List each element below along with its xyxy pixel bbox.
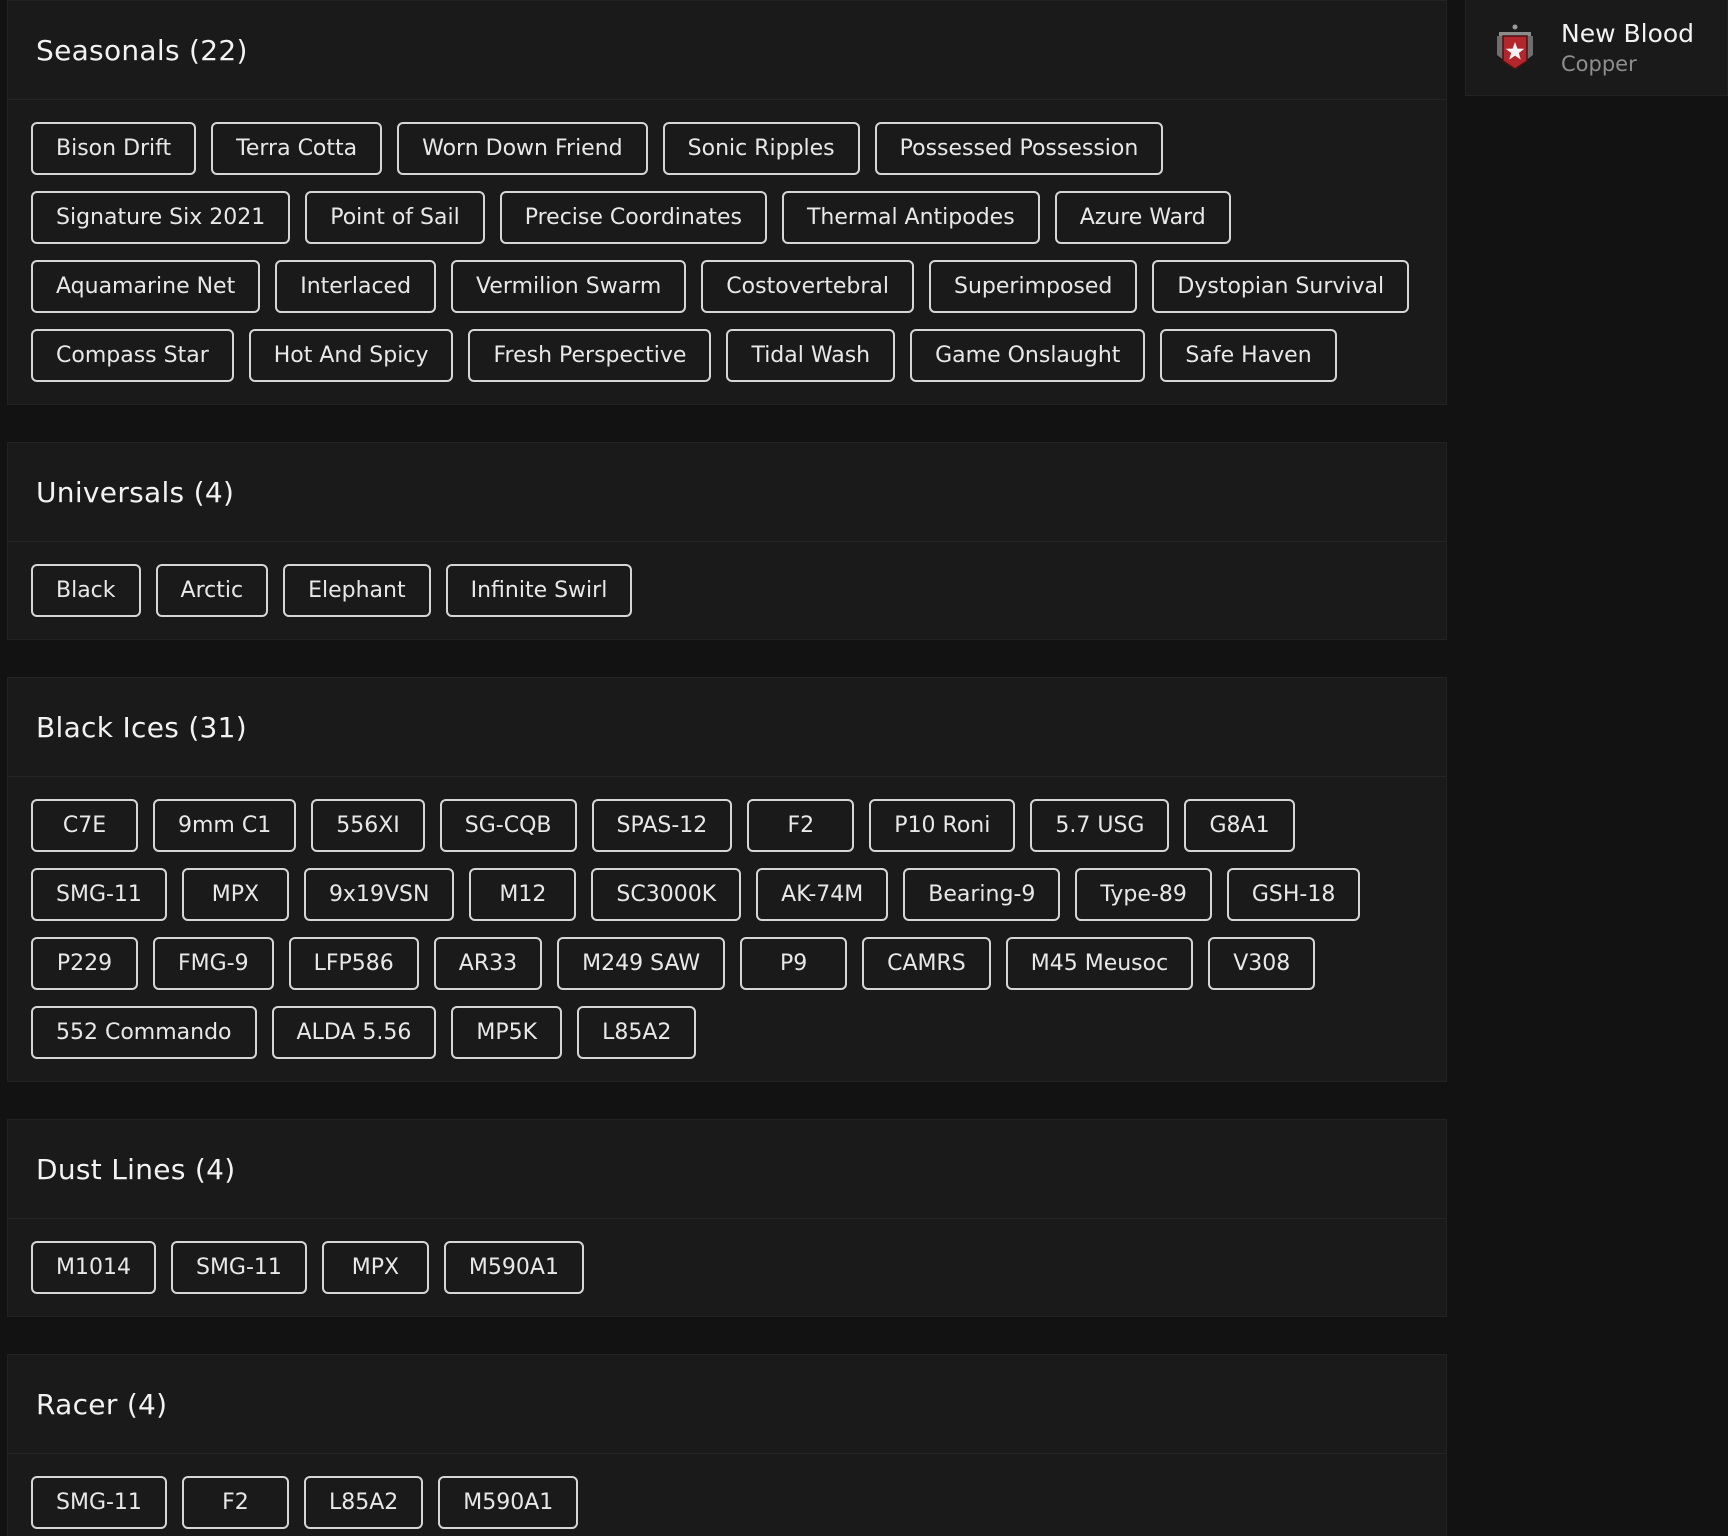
camo-chip[interactable]: V308 (1208, 937, 1316, 990)
profile-text: New Blood Copper (1561, 18, 1694, 78)
camo-chip[interactable]: SG-CQB (439, 799, 577, 852)
section-header: Dust Lines (4) (8, 1120, 1446, 1219)
camo-chip[interactable]: SPAS-12 (591, 799, 733, 852)
chip-list: Bison Drift Terra Cotta Worn Down Friend So… (8, 100, 1446, 404)
profile-name: New Blood (1561, 18, 1695, 48)
camo-chip[interactable]: Safe Haven (1160, 329, 1337, 382)
camo-chip[interactable]: F2 (747, 799, 855, 852)
section-title: Universals (4) (36, 475, 235, 509)
camo-chip[interactable]: 9x19VSN (303, 868, 455, 921)
section-header: Universals (4) (8, 443, 1446, 542)
section: Racer (4) SMG-11 F2 L85A2 M590A1 (7, 1354, 1447, 1536)
camo-sections: Seasonals (22) Bison Drift Terra Cotta Worn… (7, 0, 1447, 1536)
camo-chip[interactable]: Arctic (155, 564, 269, 617)
camo-chip[interactable]: MPX (181, 868, 289, 921)
camo-chip[interactable]: Game Onslaught (910, 329, 1146, 382)
section: Seasonals (22) Bison Drift Terra Cotta Worn… (7, 0, 1447, 405)
camo-chip[interactable]: MP5K (451, 1006, 563, 1059)
camo-chip[interactable]: FMG-9 (153, 937, 274, 990)
section-header: Seasonals (22) (8, 1, 1446, 100)
camo-chip[interactable]: SC3000K (591, 868, 742, 921)
section: Universals (4) Black Arctic Elephant Infinit… (7, 442, 1447, 640)
camo-chip[interactable]: P9 (740, 937, 848, 990)
camo-chip[interactable]: SMG-11 (31, 868, 167, 921)
camo-chip[interactable]: 556XI (311, 799, 425, 852)
camo-chip[interactable]: Bison Drift (31, 122, 197, 175)
camo-chip[interactable]: M590A1 (438, 1476, 579, 1529)
chip-list: M1014 SMG-11 MPX M590A1 (8, 1219, 1446, 1316)
chip-list: SMG-11 F2 L85A2 M590A1 (8, 1454, 1446, 1536)
camo-chip[interactable]: 552 Commando (31, 1006, 257, 1059)
profile-rank: Copper (1561, 51, 1637, 76)
section: Dust Lines (4) M1014 SMG-11 MPX M590A1 (7, 1119, 1447, 1317)
camo-chip[interactable]: Point of Sail (305, 191, 485, 244)
camo-chip[interactable]: SMG-11 (170, 1241, 307, 1294)
camo-chip[interactable]: Compass Star (31, 329, 234, 382)
camo-chip[interactable]: 9mm C1 (153, 799, 297, 852)
camo-chip[interactable]: CAMRS (862, 937, 991, 990)
camo-chip[interactable]: Sonic Ripples (662, 122, 860, 175)
camo-chip[interactable]: Dystopian Survival (1152, 260, 1410, 313)
camo-chip[interactable]: M590A1 (443, 1241, 584, 1294)
camo-chip[interactable]: M45 Meusoc (1005, 937, 1194, 990)
section-title: Seasonals (22) (36, 33, 248, 67)
camo-chip[interactable]: GSH-18 (1226, 868, 1361, 921)
camo-chip[interactable]: 5.7 USG (1030, 799, 1170, 852)
section-header: Racer (4) (8, 1355, 1446, 1454)
camo-chip[interactable]: Costovertebral (701, 260, 915, 313)
camo-chip[interactable]: Worn Down Friend (397, 122, 648, 175)
camo-chip[interactable]: Tidal Wash (726, 329, 896, 382)
camo-chip[interactable]: Precise Coordinates (499, 191, 767, 244)
camo-chip[interactable]: G8A1 (1184, 799, 1295, 852)
camo-chip[interactable]: L85A2 (577, 1006, 697, 1059)
section-title: Racer (4) (36, 1387, 168, 1421)
camo-chip[interactable]: SMG-11 (31, 1476, 167, 1529)
camo-chip[interactable]: Type-89 (1075, 868, 1212, 921)
rank-badge-icon (1497, 24, 1533, 70)
camo-chip[interactable]: Aquamarine Net (31, 260, 261, 313)
camo-chip[interactable]: Hot And Spicy (248, 329, 454, 382)
camo-chip[interactable]: MPX (321, 1241, 429, 1294)
camo-chip[interactable]: ALDA 5.56 (271, 1006, 437, 1059)
camo-chip[interactable]: Interlaced (275, 260, 437, 313)
camo-chip[interactable]: Elephant (283, 564, 431, 617)
camo-chip[interactable]: Superimposed (929, 260, 1138, 313)
camo-chip[interactable]: AK-74M (756, 868, 889, 921)
camo-chip[interactable]: Terra Cotta (211, 122, 383, 175)
camo-chip[interactable]: Signature Six 2021 (31, 191, 291, 244)
camo-chip[interactable]: Bearing-9 (903, 868, 1061, 921)
chip-list: C7E 9mm C1 556XI SG-CQB SPAS-12 F2 P10 Roni 5.7… (8, 777, 1446, 1081)
camo-chip[interactable]: P10 Roni (869, 799, 1016, 852)
chip-list: Black Arctic Elephant Infinite Swirl (8, 542, 1446, 639)
camo-chip[interactable]: F2 (181, 1476, 289, 1529)
section: Black Ices (31) C7E 9mm C1 556XI SG-CQB SPAS-… (7, 677, 1447, 1082)
camo-chip[interactable]: Thermal Antipodes (781, 191, 1040, 244)
page: Seasonals (22) Bison Drift Terra Cotta Worn… (0, 0, 1728, 1536)
camo-chip[interactable]: M12 (469, 868, 577, 921)
camo-chip[interactable]: C7E (31, 799, 138, 852)
camo-chip[interactable]: M249 SAW (557, 937, 726, 990)
camo-chip[interactable]: LFP586 (288, 937, 419, 990)
section-header: Black Ices (31) (8, 678, 1446, 777)
camo-chip[interactable]: Fresh Perspective (468, 329, 712, 382)
camo-chip[interactable]: Azure Ward (1054, 191, 1231, 244)
camo-chip[interactable]: Black (31, 564, 141, 617)
profile-card[interactable]: New Blood Copper (1465, 0, 1728, 96)
camo-chip[interactable]: M1014 (31, 1241, 156, 1294)
camo-chip[interactable]: P229 (31, 937, 138, 990)
section-title: Black Ices (31) (36, 710, 247, 744)
camo-chip[interactable]: Infinite Swirl (445, 564, 633, 617)
camo-chip[interactable]: L85A2 (303, 1476, 424, 1529)
camo-chip[interactable]: Vermilion Swarm (451, 260, 687, 313)
camo-chip[interactable]: Possessed Possession (874, 122, 1164, 175)
section-title: Dust Lines (4) (36, 1152, 236, 1186)
camo-chip[interactable]: AR33 (433, 937, 543, 990)
